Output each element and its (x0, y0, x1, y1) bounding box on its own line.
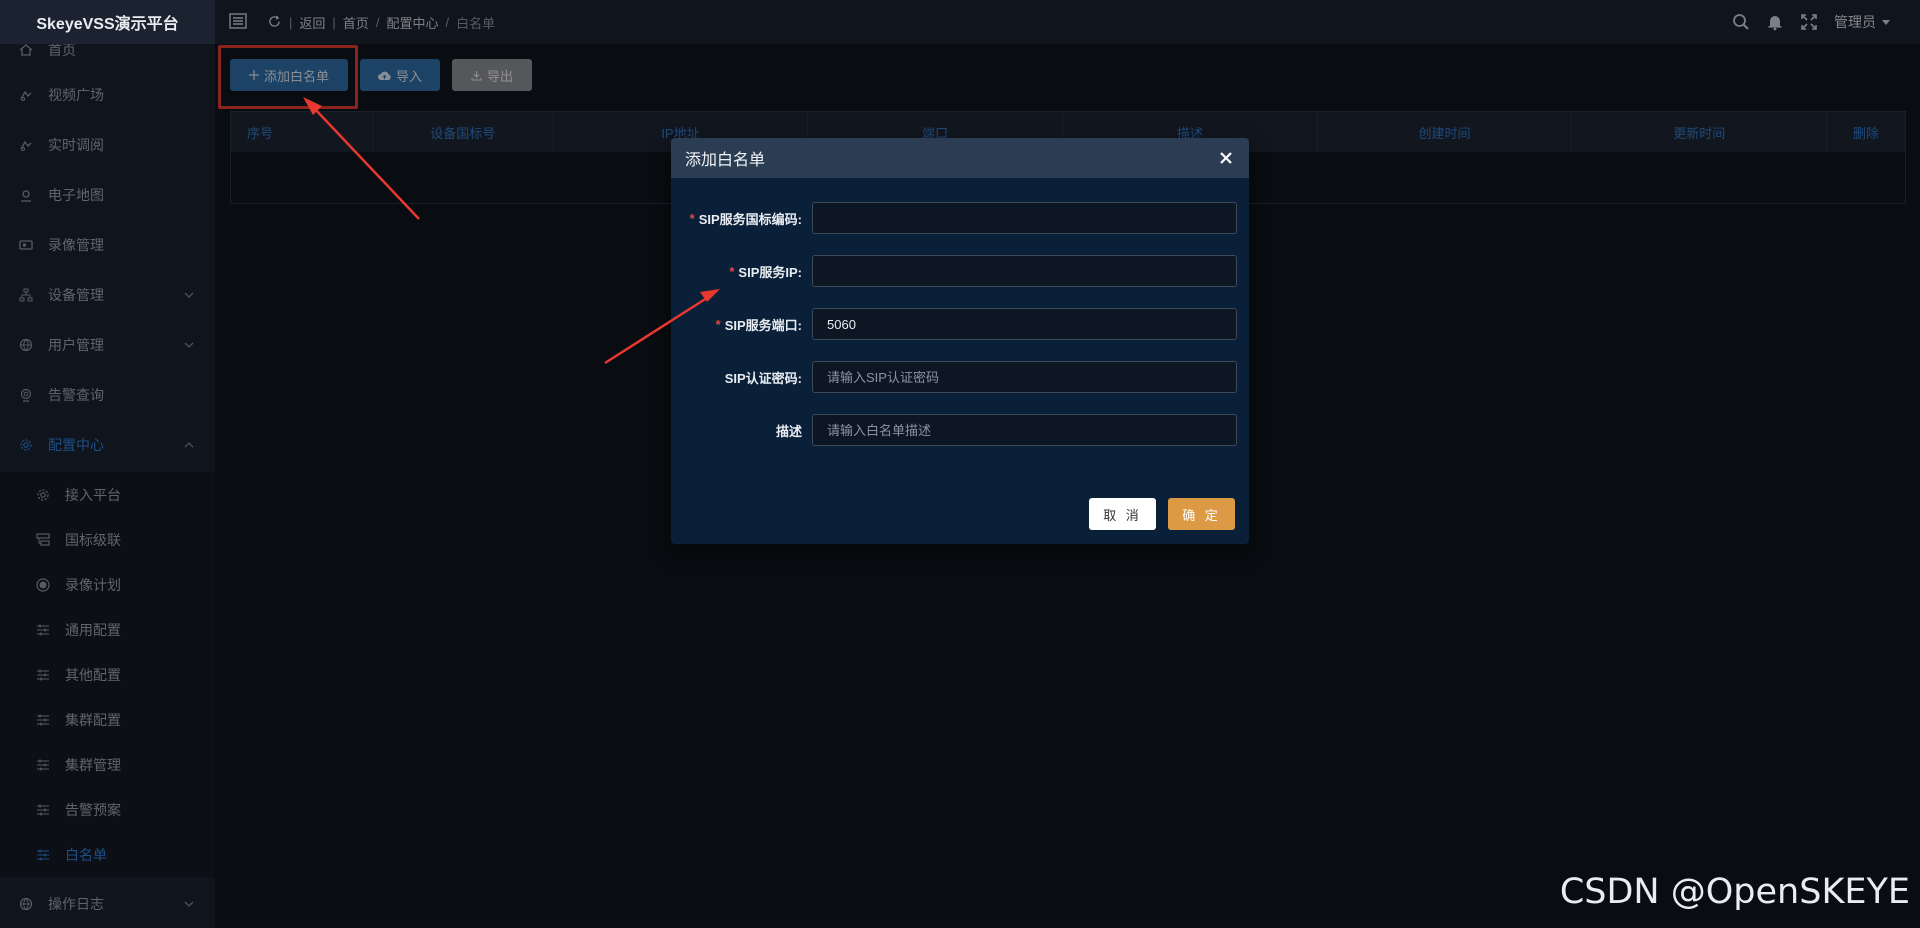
sip-ip-input[interactable] (812, 255, 1237, 287)
form-row-sip-port: * SIP服务端口: (671, 308, 1249, 340)
sip-gb-code-input[interactable] (812, 202, 1237, 234)
sip-port-input[interactable] (812, 308, 1237, 340)
sip-ip-label: * SIP服务IP: (729, 263, 802, 280)
close-icon[interactable] (1217, 149, 1235, 167)
confirm-button[interactable]: 确 定 (1168, 498, 1235, 530)
dialog-title: 添加白名单 (685, 152, 766, 169)
sip-port-label: * SIP服务端口: (715, 316, 802, 333)
sip-gb-code-label: * SIP服务国标编码: (689, 210, 802, 227)
cancel-button[interactable]: 取 消 (1089, 498, 1156, 530)
sip-password-label: SIP认证密码: (724, 370, 802, 386)
watermark-text: CSDN @OpenSKEYE (1559, 872, 1910, 912)
dialog-header: 添加白名单 (671, 138, 1249, 178)
form-row-sip-ip: * SIP服务IP: (671, 255, 1249, 287)
app-logo-title: SkeyeVSS演示平台 (0, 0, 215, 44)
description-input[interactable] (812, 414, 1237, 446)
sip-password-input[interactable] (812, 361, 1237, 393)
form-row-description: 描述 (671, 414, 1249, 446)
description-label: 描述 (775, 423, 802, 439)
form-row-sip-gb-code: * SIP服务国标编码: (671, 202, 1249, 234)
form-row-sip-password: SIP认证密码: (671, 361, 1249, 393)
add-whitelist-dialog: 添加白名单 *SIP服务国标编码: *SIP服务IP: *SIP服务端口: SI… (671, 138, 1249, 544)
